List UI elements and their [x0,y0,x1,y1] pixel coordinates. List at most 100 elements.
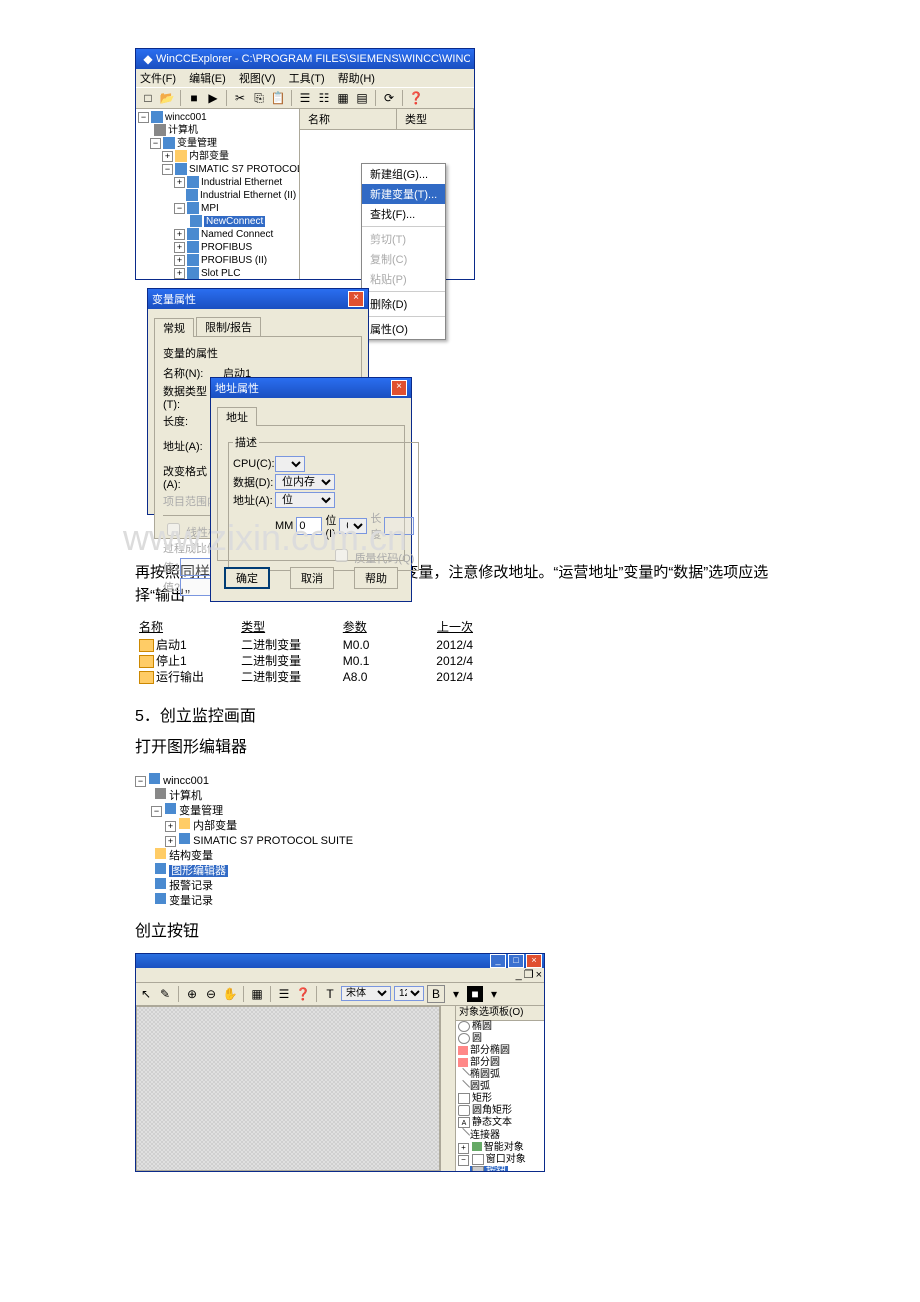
tree-internal[interactable]: 内部变量 [189,151,229,162]
large-icon[interactable]: ▦ [335,90,351,106]
zoomout-icon[interactable]: ⊖ [203,986,219,1002]
pal-connector[interactable]: 连接器 [456,1130,544,1142]
zoomin-icon[interactable]: ⊕ [184,986,200,1002]
th-param: 参数 [339,616,433,637]
help-button[interactable]: 帮助 [354,567,398,589]
new-icon[interactable]: □ [140,90,156,106]
hand-icon[interactable]: ✋ [222,986,238,1002]
pal-arc2[interactable]: 圆弧 [456,1081,544,1093]
t2-tagmgr[interactable]: 变量管理 [179,805,223,817]
font-select[interactable]: 宋体 [341,986,391,1001]
maximize-icon[interactable]: □ [508,954,524,968]
minimize-icon[interactable]: _ [490,954,506,968]
color1-icon[interactable]: ▾ [448,986,464,1002]
t2-alarm[interactable]: 报警记录 [169,880,213,892]
tab-address[interactable]: 地址 [217,407,257,426]
pal-smart[interactable]: + 智能对象 [456,1142,544,1154]
mm-input[interactable] [296,517,322,535]
list-icon[interactable]: ☷ [316,90,332,106]
table-row[interactable]: 运行输出二进制变量A8.02012/4 [135,669,477,685]
table-row[interactable]: 停止1二进制变量M0.12012/4 [135,653,477,669]
tab-general[interactable]: 常规 [154,318,194,337]
pal-text[interactable]: A静态文本 [456,1117,544,1129]
color2-dd-icon[interactable]: ▾ [486,986,502,1002]
doc-min-icon[interactable]: _ [516,969,522,981]
ctx-new-group[interactable]: 新建组(G)... [362,164,445,184]
scrollbar[interactable] [440,1006,455,1171]
tree-suite[interactable]: SIMATIC S7 PROTOCOL SUITE [189,164,300,175]
tab-limit[interactable]: 限制/报告 [196,317,261,336]
t2-gfx[interactable]: 图形编辑器 [169,865,228,877]
table-row[interactable]: 启动1二进制变量M0.02012/4 [135,637,477,653]
close-icon[interactable]: × [526,954,542,968]
t2-computer[interactable]: 计算机 [169,790,202,802]
pal-pie[interactable]: 部分椭圆 [456,1045,544,1057]
font-icon[interactable]: T [322,986,338,1002]
tree-mpi[interactable]: MPI [201,203,219,214]
tree-profibus[interactable]: PROFIBUS [201,242,252,253]
copy-icon[interactable]: ⎘ [251,90,267,106]
menu-tools[interactable]: 工具(T) [289,73,325,85]
pal-button[interactable]: 按钮 [456,1166,544,1171]
bold-icon[interactable]: B [427,985,445,1003]
tree-icon[interactable]: ☰ [297,90,313,106]
props-icon[interactable]: ☰ [276,986,292,1002]
tree-named[interactable]: Named Connect [201,229,273,240]
paste-icon[interactable]: 📋 [270,90,286,106]
t2-struct[interactable]: 结构变量 [169,850,213,862]
help-icon[interactable]: ❓ [408,90,424,106]
t2-root[interactable]: wincc001 [163,775,209,787]
pal-ellipse[interactable]: 椭圆 [456,1021,544,1033]
col-name[interactable]: 名称 [300,109,397,129]
doc-restore-icon[interactable]: ❐ [524,968,534,981]
refresh-icon[interactable]: ⟳ [381,90,397,106]
tree-profibus2[interactable]: PROFIBUS (II) [201,255,267,266]
bit-select[interactable]: 0 [339,518,367,534]
tree-ie2[interactable]: Industrial Ethernet (II) [200,190,296,201]
whatsthis-icon[interactable]: ❓ [295,986,311,1002]
open-icon[interactable]: 📂 [159,90,175,106]
t2-internal[interactable]: 内部变量 [193,820,237,832]
tagprop-close-icon[interactable]: × [348,291,364,307]
addr-select[interactable]: 位 [275,492,335,508]
pal-arc[interactable]: 椭圆弧 [456,1069,544,1081]
canvas[interactable] [136,1006,440,1171]
ctx-find[interactable]: 查找(F)... [362,204,445,224]
doc-close-icon[interactable]: × [536,969,542,981]
ctx-new-tag[interactable]: 新建变量(T)... [362,184,445,204]
t2-taglog[interactable]: 变量记录 [169,895,213,907]
detail-icon[interactable]: ▤ [354,90,370,106]
tree-slot[interactable]: Slot PLC [201,268,240,279]
pal-circle[interactable]: 圆 [456,1033,544,1045]
color2-icon[interactable]: ■ [467,986,483,1002]
pal-roundrect[interactable]: 圆角矩形 [456,1105,544,1117]
menu-view[interactable]: 视图(V) [239,73,276,85]
tree-root[interactable]: wincc001 [165,112,207,123]
menu-file[interactable]: 文件(F) [140,73,176,85]
back-icon[interactable]: ■ [186,90,202,106]
tag-icon [139,671,154,684]
tree-ie[interactable]: Industrial Ethernet [201,177,282,188]
cancel-button[interactable]: 取消 [290,567,334,589]
layers-icon[interactable]: ▦ [249,986,265,1002]
size-select[interactable]: 12 [394,986,424,1001]
pal-rect[interactable]: 矩形 [456,1093,544,1105]
data-select[interactable]: 位内存 [275,474,335,490]
col-type[interactable]: 类型 [397,109,474,129]
cut-icon[interactable]: ✂ [232,90,248,106]
menu-edit[interactable]: 编辑(E) [189,73,226,85]
ok-button[interactable]: 确定 [224,567,270,589]
project-tree[interactable]: −wincc001 计算机 −变量管理 +内部变量 −SIMATIC S7 PR… [136,109,300,279]
pencil-icon[interactable]: ✎ [157,986,173,1002]
pal-slice[interactable]: 部分圆 [456,1057,544,1069]
addrprop-close-icon[interactable]: × [391,380,407,396]
pal-win[interactable]: − 窗口对象 [456,1154,544,1166]
fwd-icon[interactable]: ▶ [205,90,221,106]
tree-newconn[interactable]: NewConnect [204,216,265,227]
tree-tagmgr[interactable]: 变量管理 [177,138,217,149]
menu-help[interactable]: 帮助(H) [338,73,375,85]
tree-computer[interactable]: 计算机 [168,125,198,136]
t2-suite[interactable]: SIMATIC S7 PROTOCOL SUITE [193,835,353,847]
cpu-select[interactable] [275,456,305,472]
ptr-icon[interactable]: ↖ [138,986,154,1002]
